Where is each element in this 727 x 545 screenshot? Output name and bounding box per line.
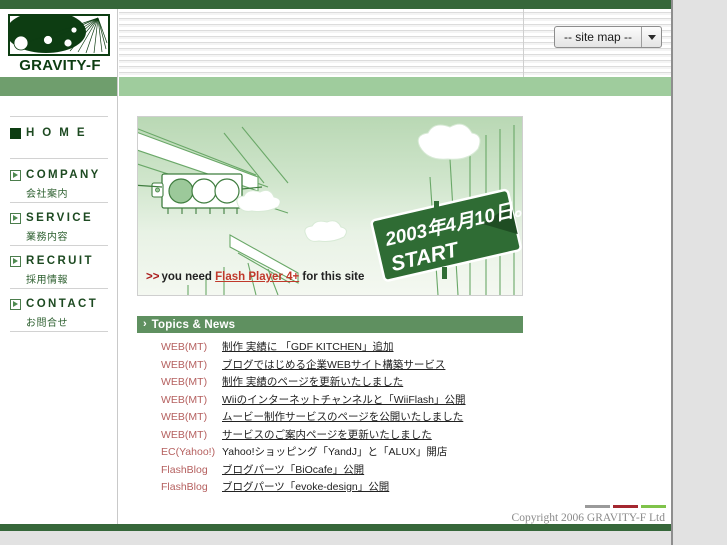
news-category: EC(Yahoo!) [161, 446, 216, 458]
site-header: GRAVITY-F -- site map -- [0, 9, 673, 77]
arrow-square-icon [10, 255, 21, 267]
header-stripe-panel [119, 9, 524, 77]
hero-illustration: 2003年4月10日。 START [138, 123, 522, 295]
logo-wordmark: GRAVITY-F [19, 57, 101, 74]
solid-square-icon [10, 127, 21, 139]
sidebar-item-sublabel: 業務内容 [26, 232, 68, 243]
chevron-down-icon[interactable] [641, 27, 661, 47]
band-left [0, 77, 118, 96]
news-row[interactable]: FlashBlog ブログパーツ「evoke-design」公開 [137, 479, 537, 497]
topics-news-header: › Topics & News [137, 316, 523, 333]
nav-separator [10, 116, 108, 117]
browser-background-gutter [673, 0, 727, 545]
news-category: WEB(MT) [161, 393, 208, 406]
news-row[interactable]: WEB(MT) ムービー制作サービスのページを公開いたしました [137, 409, 537, 427]
bottom-accent-bar [0, 524, 673, 531]
sidebar-item-company[interactable]: COMPANY 会社案内 [10, 167, 114, 200]
arrow-square-icon [10, 169, 21, 181]
footer-bar-green [641, 505, 666, 508]
sidebar-item-home[interactable]: H O M E [10, 125, 114, 141]
chevron-double-right-icon: >> [146, 271, 160, 283]
news-row[interactable]: WEB(MT) ブログではじめる企業WEBサイト構築サービス [137, 357, 537, 375]
nav-separator [10, 331, 108, 332]
flash-requirement-note: >> you need Flash Player 4+ for this site [146, 271, 364, 283]
sidebar-item-sublabel: 会社案内 [26, 189, 68, 200]
news-title-link[interactable]: ムービー制作サービスのページを公開いたしました [222, 409, 463, 424]
news-category: FlashBlog [161, 463, 208, 476]
sidebar-nav: H O M E COMPANY 会社案内 SERVICE 業務内容 RECRUI… [0, 96, 118, 524]
arrow-square-icon [10, 298, 21, 310]
nav-separator [10, 245, 108, 246]
sidebar-item-label: CONTACT [26, 298, 99, 310]
sidebar-item-label: COMPANY [26, 169, 101, 181]
body-area: H O M E COMPANY 会社案内 SERVICE 業務内容 RECRUI… [0, 96, 673, 524]
nav-separator [10, 158, 108, 159]
news-title-link[interactable]: ブログではじめる企業WEBサイト構築サービス [222, 357, 445, 372]
sidebar-item-label: SERVICE [26, 212, 94, 224]
news-title-link[interactable]: 制作 実績のページを更新いたしました [222, 374, 403, 389]
logo-graphic [10, 16, 108, 54]
sidebar-item-sublabel: お問合せ [26, 318, 68, 329]
footer-bar-red [613, 505, 638, 508]
news-category: WEB(MT) [161, 376, 208, 388]
chevron-right-icon: › [143, 318, 147, 330]
header-stripe-banner: -- site map -- [119, 9, 673, 77]
news-row[interactable]: WEB(MT) Wiiのインターネットチャンネルと「WiiFlash」公開 [137, 392, 537, 410]
logo-area[interactable]: GRAVITY-F [0, 9, 118, 77]
sidebar-item-service[interactable]: SERVICE 業務内容 [10, 210, 114, 243]
news-row[interactable]: WEB(MT) 制作 実績のページを更新いたしました [137, 374, 537, 392]
sidebar-item-recruit[interactable]: RECRUIT 採用情報 [10, 253, 114, 286]
flash-player-link[interactable]: Flash Player 4+ [215, 271, 299, 283]
news-category: WEB(MT) [161, 428, 208, 441]
news-row[interactable]: FlashBlog ブログパーツ「BiOcafe」公開 [137, 462, 537, 480]
news-category: WEB(MT) [161, 358, 208, 371]
sitemap-select[interactable]: -- site map -- [554, 26, 662, 48]
news-row[interactable]: WEB(MT) 制作 実績に 「GDF KITCHEN」追加 [137, 339, 537, 357]
below-page-gutter [0, 531, 673, 545]
news-category: WEB(MT) [161, 341, 208, 353]
news-title-link[interactable]: ブログパーツ「BiOcafe」公開 [222, 462, 364, 477]
news-row[interactable]: WEB(MT) サービスのご案内ページを更新いたしました [137, 427, 537, 445]
news-list: WEB(MT) 制作 実績に 「GDF KITCHEN」追加 WEB(MT) ブ… [137, 339, 537, 497]
nav-separator [10, 288, 108, 289]
note-after-text: for this site [299, 271, 365, 283]
news-title-link[interactable]: Wiiのインターネットチャンネルと「WiiFlash」公開 [222, 392, 466, 407]
nav-separator [10, 202, 108, 203]
news-title-text[interactable]: Yahoo!ショッピング「YandJ」と「ALUX」開店 [222, 444, 447, 459]
arrow-square-icon [10, 212, 21, 224]
page-root: GRAVITY-F -- site map -- H O M E COMPANY… [0, 0, 673, 545]
green-divider-band [0, 77, 673, 96]
sidebar-item-contact[interactable]: CONTACT お問合せ [10, 296, 114, 329]
news-category: WEB(MT) [161, 411, 208, 423]
news-title-link[interactable]: 制作 実績に 「GDF KITCHEN」追加 [222, 339, 394, 354]
copyright-text: Copyright 2006 GRAVITY-F Ltd [511, 512, 665, 524]
sidebar-item-label: H O M E [26, 127, 87, 139]
sidebar-item-sublabel: 採用情報 [26, 275, 68, 286]
footer-bar-gray [585, 505, 610, 508]
sitemap-select-label: -- site map -- [563, 30, 632, 44]
top-accent-bar [0, 0, 673, 9]
note-before-text: you need [161, 271, 216, 283]
gravity-orbit-logo-icon [8, 14, 110, 56]
news-title-link[interactable]: ブログパーツ「evoke-design」公開 [222, 479, 389, 494]
footer-color-bars [585, 505, 669, 509]
news-row[interactable]: EC(Yahoo!) Yahoo!ショッピング「YandJ」と「ALUX」開店 [137, 444, 537, 462]
main-content: 2003年4月10日。 START >> you need Flash Playe… [119, 96, 673, 524]
flash-hero-banner[interactable]: 2003年4月10日。 START >> you need Flash Playe… [137, 116, 523, 296]
band-right [119, 77, 673, 96]
sidebar-item-label: RECRUIT [26, 255, 94, 267]
topics-news-title: Topics & News [151, 318, 236, 331]
news-category: FlashBlog [161, 481, 208, 493]
news-title-link[interactable]: サービスのご案内ページを更新いたしました [222, 427, 432, 442]
